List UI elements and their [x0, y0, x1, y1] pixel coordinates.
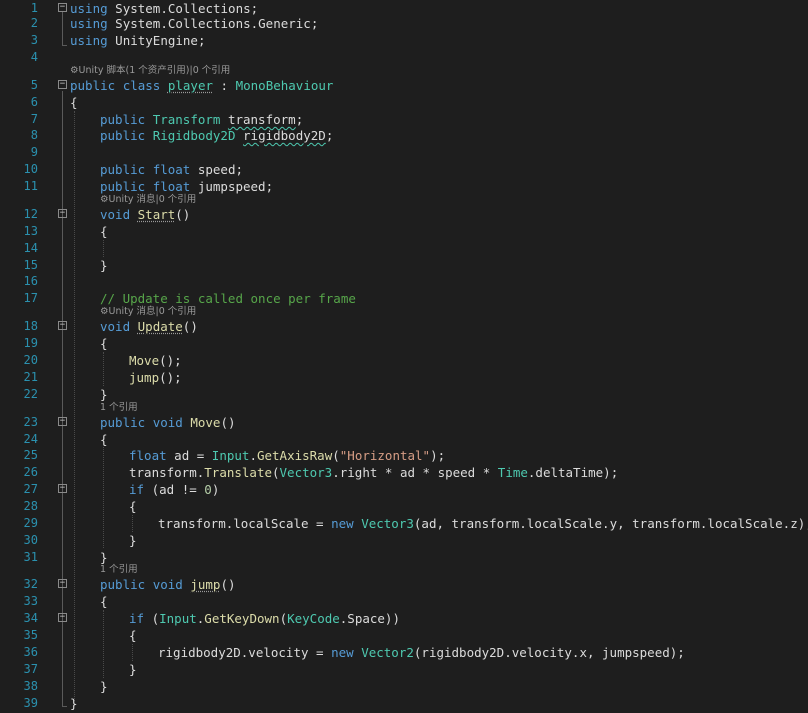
code-line[interactable]: { — [129, 498, 137, 515]
line-number: 15 — [23, 258, 38, 272]
line-number: 10 — [23, 162, 38, 176]
line-number: 39 — [23, 696, 38, 710]
code-line[interactable]: float ad = Input.GetAxisRaw("Horizontal"… — [129, 447, 445, 464]
code-line[interactable]: } — [70, 695, 78, 712]
code-line[interactable]: transform.localScale = new Vector3(ad, t… — [158, 515, 808, 532]
collapse-minus-icon[interactable] — [58, 3, 67, 12]
line-number: 25 — [23, 448, 38, 462]
line-number: 36 — [23, 645, 38, 659]
collapse-minus-icon[interactable] — [58, 579, 67, 588]
code-line[interactable]: { — [100, 223, 108, 240]
line-number: 32 — [23, 577, 38, 591]
code-line[interactable]: rigidbody2D.velocity = new Vector2(rigid… — [158, 644, 685, 661]
line-number: 8 — [30, 128, 38, 142]
line-number: 13 — [23, 224, 38, 238]
outline-hook — [62, 45, 67, 46]
code-line[interactable]: jump(); — [129, 369, 182, 386]
code-comment[interactable]: // Update is called once per frame — [100, 290, 356, 307]
line-number: 21 — [23, 370, 38, 384]
collapse-minus-icon[interactable] — [58, 321, 67, 330]
code-line[interactable]: public void Move() — [100, 414, 236, 431]
line-number: 11 — [23, 179, 38, 193]
line-number: 9 — [30, 145, 38, 159]
unity-logo-icon: ⚙ — [70, 65, 79, 76]
code-line[interactable]: public Transform transform; — [100, 111, 303, 128]
collapse-minus-icon[interactable] — [58, 417, 67, 426]
codelens-references[interactable]: 1 个引用 — [100, 564, 138, 576]
line-number: 34 — [23, 611, 38, 625]
code-line[interactable]: { — [129, 627, 137, 644]
line-number: 5 — [30, 78, 38, 92]
line-number: 7 — [30, 112, 38, 126]
line-number: 35 — [23, 628, 38, 642]
code-line[interactable]: Move(); — [129, 352, 182, 369]
code-line[interactable]: using UnityEngine; — [70, 32, 205, 49]
line-number: 27 — [23, 482, 38, 496]
code-line[interactable]: using System.Collections.Generic; — [70, 15, 318, 32]
line-number: 3 — [30, 33, 38, 47]
line-number: 37 — [23, 662, 38, 676]
codelens-unity-message[interactable]: ⚙Unity 消息|0 个引用 — [100, 194, 196, 206]
line-number: 17 — [23, 291, 38, 305]
codelens-unity-script[interactable]: ⚙Unity 脚本(1 个资产引用)|0 个引用 — [70, 65, 230, 77]
code-line[interactable]: public class player : MonoBehaviour — [70, 77, 333, 94]
line-number: 29 — [23, 516, 38, 530]
code-line[interactable]: { — [70, 94, 78, 111]
collapse-minus-icon[interactable] — [58, 80, 67, 89]
code-line[interactable]: } — [100, 257, 108, 274]
codelens-references[interactable]: 1 个引用 — [100, 402, 138, 414]
line-number: 16 — [23, 274, 38, 288]
line-number: 31 — [23, 550, 38, 564]
codelens-unity-message[interactable]: ⚙Unity 消息|0 个引用 — [100, 306, 196, 318]
code-line[interactable]: { — [100, 431, 108, 448]
line-number: 14 — [23, 241, 38, 255]
line-number: 18 — [23, 319, 38, 333]
code-line[interactable]: public float speed; — [100, 161, 243, 178]
line-number: 6 — [30, 95, 38, 109]
indent-guide — [103, 352, 105, 386]
unity-logo-icon: ⚙ — [100, 194, 109, 205]
line-number: 28 — [23, 499, 38, 513]
line-number: 26 — [23, 465, 38, 479]
line-number: 2 — [30, 16, 38, 30]
indent-guide — [103, 240, 105, 257]
code-line[interactable]: } — [100, 386, 108, 403]
line-number: 20 — [23, 353, 38, 367]
indent-guide — [103, 447, 105, 548]
line-number: 24 — [23, 432, 38, 446]
indent-guide — [132, 644, 134, 661]
collapse-minus-icon[interactable] — [58, 484, 67, 493]
line-number: 33 — [23, 594, 38, 608]
line-number: 4 — [30, 50, 38, 64]
code-line[interactable]: public void jump() — [100, 576, 236, 593]
code-line[interactable]: transform.Translate(Vector3.right * ad *… — [129, 464, 618, 481]
collapse-minus-icon[interactable] — [58, 209, 67, 218]
indent-guide — [103, 610, 105, 678]
code-editor[interactable]: 1 2 3 4 5 6 7 8 9 10 11 12 13 14 15 16 1… — [0, 0, 808, 713]
line-number: 22 — [23, 387, 38, 401]
code-line[interactable]: void Update() — [100, 318, 198, 335]
code-line[interactable]: { — [100, 593, 108, 610]
outline-hook — [62, 706, 67, 707]
code-line[interactable]: } — [100, 678, 108, 695]
code-line[interactable]: } — [129, 532, 137, 549]
line-number: 38 — [23, 679, 38, 693]
code-line[interactable]: void Start() — [100, 206, 190, 223]
code-line[interactable]: public Rigidbody2D rigidbody2D; — [100, 127, 333, 144]
outline-line — [62, 12, 63, 46]
line-number: 23 — [23, 415, 38, 429]
code-line[interactable]: if (Input.GetKeyDown(KeyCode.Space)) — [129, 610, 400, 627]
line-number-gutter: 1 2 3 4 5 6 7 8 9 10 11 12 13 14 15 16 1… — [0, 0, 44, 713]
indent-guide — [132, 515, 134, 532]
line-number: 30 — [23, 533, 38, 547]
indent-guide — [74, 111, 76, 701]
code-line[interactable]: public float jumpspeed; — [100, 178, 273, 195]
line-number: 12 — [23, 207, 38, 221]
code-line[interactable]: if (ad != 0) — [129, 481, 219, 498]
code-line[interactable]: { — [100, 335, 108, 352]
line-number: 19 — [23, 336, 38, 350]
unity-logo-icon: ⚙ — [100, 306, 109, 317]
collapse-minus-icon[interactable] — [58, 613, 67, 622]
code-line[interactable]: } — [129, 661, 137, 678]
